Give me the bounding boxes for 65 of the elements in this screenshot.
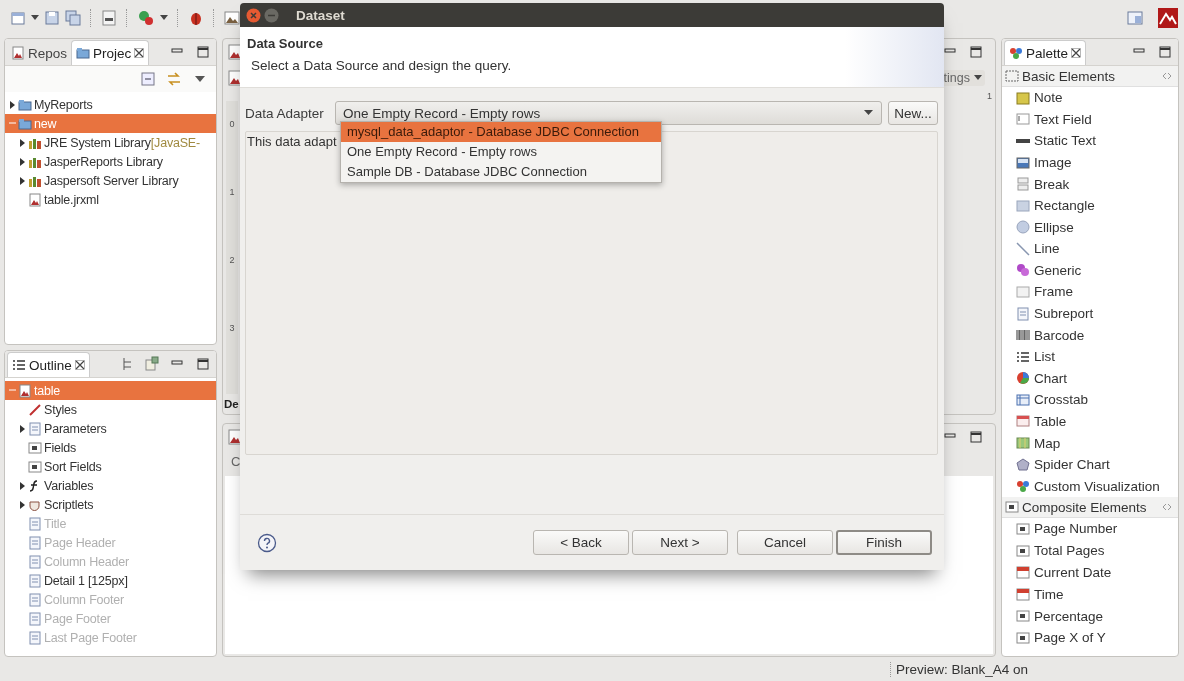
data-adapter-dropdown[interactable]: One Empty Record - Empty rows	[335, 101, 882, 125]
field-label: Data Adapter	[245, 105, 325, 121]
page-description: Select a Data Source and design the query.	[250, 58, 513, 73]
palette-item[interactable]: Page Number	[1016, 518, 1178, 540]
tree-item[interactable]: Scriptlets	[5, 495, 216, 514]
tree-item[interactable]: MyReports	[5, 95, 216, 114]
palette-item[interactable]: Chart	[1016, 367, 1178, 390]
tree-item[interactable]: Fields	[5, 438, 216, 457]
palette-item[interactable]: Spider Chart	[1016, 453, 1178, 476]
description-text: This data adapt	[247, 134, 337, 149]
palette-item[interactable]: Custom Visualization	[1016, 475, 1178, 497]
palette-item[interactable]: Image	[1016, 151, 1178, 174]
palette-section-header[interactable]: Composite Elements	[1002, 497, 1178, 518]
palette-item[interactable]: Subreport	[1016, 302, 1178, 325]
palette-item[interactable]: Generic	[1016, 259, 1178, 282]
panel-tab[interactable]: C	[231, 453, 241, 469]
palette-item[interactable]: Page X of Y	[1016, 627, 1178, 649]
panel-tab[interactable]: Palette	[1004, 40, 1087, 65]
ruler-label: 0	[229, 119, 235, 129]
tree-item[interactable]: JasperReports Library	[5, 152, 216, 171]
palette-item[interactable]: Text Field	[1016, 108, 1178, 131]
ruler-label: 1	[987, 91, 992, 101]
palette-item[interactable]: Time	[1016, 583, 1178, 606]
palette-item[interactable]: Rectangle	[1016, 194, 1178, 217]
palette-item[interactable]: Current Date	[1016, 561, 1178, 584]
ruler-label: 2	[229, 255, 235, 265]
window-title: Dataset	[296, 7, 345, 23]
palette-item[interactable]: Break	[1016, 173, 1178, 195]
panel-tab[interactable]: Outline	[7, 352, 90, 377]
tree-item[interactable]: Sort Fields	[5, 457, 216, 476]
palette-item[interactable]: Barcode	[1016, 324, 1178, 346]
dialog-button[interactable]: Next >	[632, 530, 728, 555]
panel-tab[interactable]: Projec	[71, 40, 150, 65]
editor-tab[interactable]: De	[224, 398, 239, 410]
palette-item[interactable]: Map	[1016, 432, 1178, 454]
palette-item[interactable]: Static Text	[1016, 130, 1178, 152]
palette-item[interactable]: Table	[1016, 410, 1178, 433]
palette-item[interactable]: List	[1016, 345, 1178, 368]
ruler-label: 3	[229, 323, 235, 333]
tree-item[interactable]: Jaspersoft Server Library	[5, 171, 216, 190]
new-button[interactable]: New...	[888, 101, 938, 125]
palette-item[interactable]: Crosstab	[1016, 389, 1178, 411]
palette-item[interactable]: Note	[1016, 87, 1178, 109]
dialog-button[interactable]: Cancel	[737, 530, 833, 555]
dropdown-option[interactable]: mysql_data_adaptor - Database JDBC Connection	[341, 122, 661, 142]
palette-item[interactable]: Frame	[1016, 281, 1178, 303]
tree-item[interactable]: Detail 1 [125px]	[5, 571, 216, 590]
palette-item[interactable]: Percentage	[1016, 605, 1178, 627]
page-title: Data Source	[247, 36, 324, 51]
ruler-label: 1	[229, 187, 235, 197]
tree-item[interactable]: table.jrxml	[5, 190, 216, 209]
palette-item[interactable]: Total Pages	[1016, 539, 1178, 562]
dialog-button[interactable]: < Back	[533, 530, 629, 555]
tree-item[interactable]: Parameters	[5, 419, 216, 438]
dropdown-option[interactable]: Sample DB - Database JDBC Connection	[341, 162, 661, 182]
tree-item[interactable]: JRE System Library[JavaSE-	[5, 133, 216, 152]
panel-tab[interactable]: Repos	[7, 41, 72, 65]
tree-item[interactable]: Styles	[5, 400, 216, 419]
palette-item[interactable]: Ellipse	[1016, 216, 1178, 239]
dialog-button[interactable]: Finish	[836, 530, 932, 555]
tree-item[interactable]: Variables	[5, 476, 216, 495]
status-text: Preview: Blank_A4 on	[890, 661, 1029, 677]
dropdown-option[interactable]: One Empty Record - Empty rows	[341, 142, 661, 162]
palette-item[interactable]: Line	[1016, 238, 1178, 260]
palette-section-header[interactable]: Basic Elements	[1002, 66, 1178, 87]
